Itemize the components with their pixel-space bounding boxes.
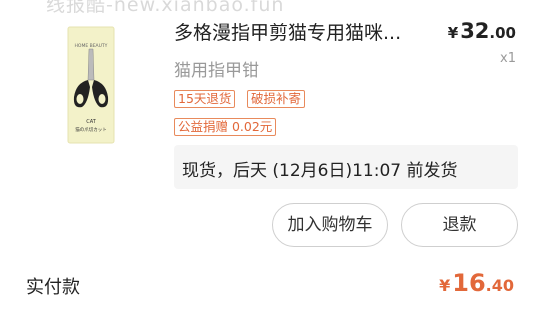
product-subtitle: 猫用指甲钳 bbox=[174, 61, 259, 81]
paid-label: 实付款 bbox=[26, 277, 80, 298]
amount-decimal: .40 bbox=[485, 276, 514, 295]
add-to-cart-button[interactable]: 加入购物车 bbox=[272, 203, 388, 247]
return-policy-tag: 15天退货 bbox=[174, 90, 236, 108]
watermark: 线报酷-new.xianbao.fun bbox=[46, 0, 285, 16]
damage-reissue-tag: 破损补寄 bbox=[247, 90, 306, 108]
amount-symbol: ¥ bbox=[439, 276, 451, 295]
svg-text:CAT: CAT bbox=[86, 119, 97, 125]
price-decimal: .00 bbox=[489, 24, 516, 42]
product-title[interactable]: 多格漫指甲剪猫专用猫咪... bbox=[174, 18, 432, 45]
unit-price: ¥32.00 bbox=[448, 19, 516, 43]
amount-integer: 16 bbox=[452, 269, 486, 297]
paid-amount: ¥16.40 bbox=[439, 269, 514, 297]
charity-donation-tag: 公益捐赠 0.02元 bbox=[174, 118, 277, 136]
cat-nail-clipper-image: HOME BEAUTY CAT 猫の爪切カット bbox=[67, 26, 115, 144]
quantity: x1 bbox=[500, 51, 516, 66]
refund-button[interactable]: 退款 bbox=[401, 203, 518, 247]
image-brand-text: HOME BEAUTY bbox=[75, 43, 108, 49]
price-symbol: ¥ bbox=[447, 24, 459, 42]
price-integer: 32 bbox=[460, 19, 490, 43]
image-caption-text: 猫の爪切カット bbox=[75, 126, 107, 133]
shipping-text: 现货，后天 (12月6日)11:07 前发货 bbox=[182, 161, 458, 181]
shipping-info-box: 现货，后天 (12月6日)11:07 前发货 bbox=[174, 145, 518, 189]
product-image[interactable]: HOME BEAUTY CAT 猫の爪切カット bbox=[56, 25, 126, 145]
